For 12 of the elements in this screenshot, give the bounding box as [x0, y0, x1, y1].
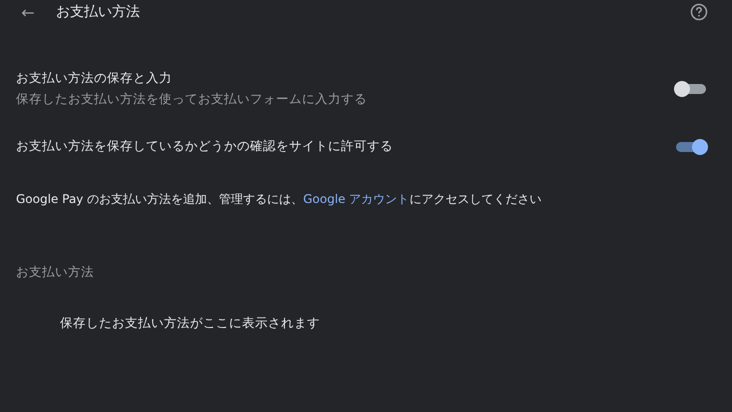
toggle-switch[interactable] — [674, 81, 708, 97]
setting-description: 保存したお支払い方法を使ってお支払いフォームに入力する — [16, 91, 368, 108]
back-button[interactable]: ← — [16, 2, 40, 22]
toggle-switch[interactable] — [674, 138, 708, 154]
help-icon[interactable] — [690, 3, 708, 21]
google-pay-note: Google Pay のお支払い方法を追加、管理するには、Google アカウント にアクセスしてください — [16, 191, 542, 208]
section-heading: お支払い方法 — [16, 264, 95, 281]
account-link[interactable]: Google アカウント — [303, 192, 410, 206]
setting-label: お支払い方法の保存と入力 — [16, 70, 173, 87]
page-title: お支払い方法 — [56, 3, 140, 21]
empty-message: 保存したお支払い方法がここに表示されます — [60, 315, 321, 332]
setting-label: お支払い方法を保存しているかどうかの確認をサイトに許可する — [16, 138, 394, 155]
